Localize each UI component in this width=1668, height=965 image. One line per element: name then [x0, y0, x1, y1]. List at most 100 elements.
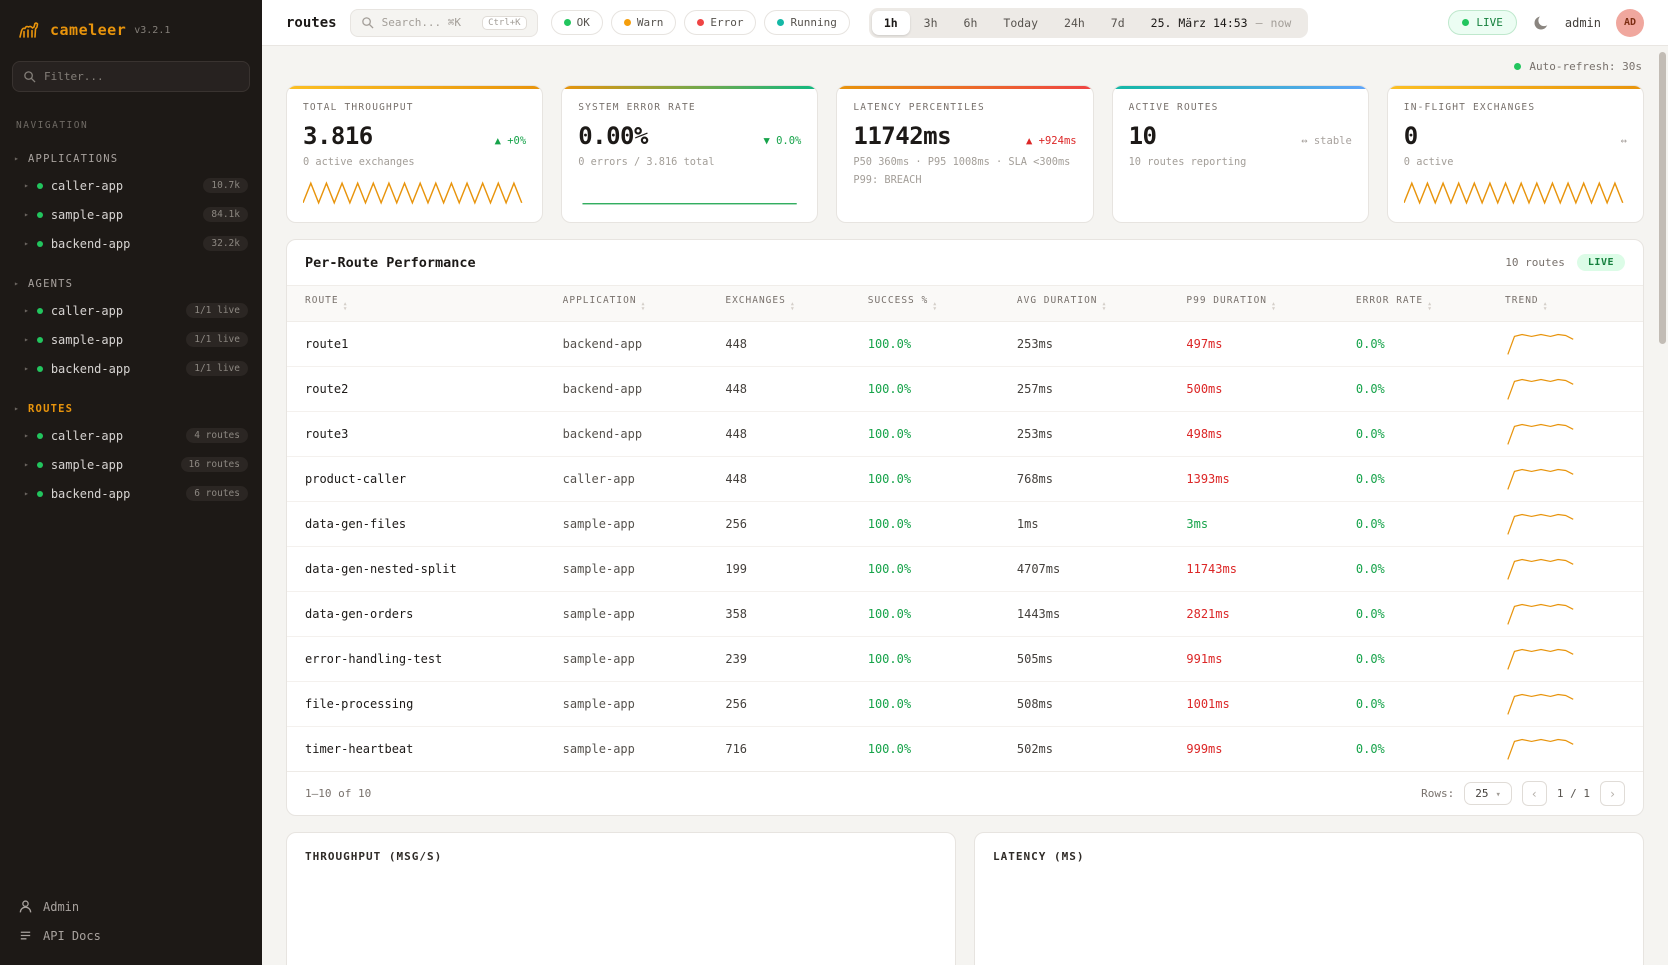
- cell-error-rate: 0.0%: [1338, 412, 1487, 457]
- cell-route: data-gen-files: [287, 502, 545, 547]
- status-filter-pill[interactable]: OK: [551, 10, 603, 35]
- cell-p99-duration: 1001ms: [1168, 682, 1338, 727]
- status-dot: [624, 19, 631, 26]
- cell-route: route1: [287, 322, 545, 367]
- status-dot: [37, 462, 43, 468]
- kpi-latency-percentiles: LATENCY PERCENTILES 11742ms ▲ +924ms P50…: [836, 85, 1093, 223]
- column-header-success[interactable]: SUCCESS %: [850, 286, 999, 322]
- live-dot: [1462, 19, 1469, 26]
- sidebar-section-header-routes[interactable]: ROUTES: [0, 399, 262, 419]
- time-range-button[interactable]: 3h: [912, 11, 950, 35]
- auto-refresh-indicator: Auto-refresh: 30s: [286, 56, 1644, 73]
- cell-exchanges: 239: [707, 637, 849, 682]
- rows-per-page-select[interactable]: 25: [1464, 782, 1512, 805]
- table-row[interactable]: data-gen-nested-split sample-app 199 100…: [287, 547, 1643, 592]
- caret-icon: [24, 211, 29, 219]
- kpi-subtext: 0 active exchanges: [303, 156, 526, 168]
- date-range-display[interactable]: 25. März 14:53 — now: [1137, 16, 1306, 30]
- time-range-button[interactable]: 7d: [1099, 11, 1137, 35]
- time-range-button[interactable]: 6h: [952, 11, 990, 35]
- app-version: v3.2.1: [134, 25, 170, 36]
- count-badge: 1/1 live: [186, 332, 248, 347]
- time-range-button[interactable]: 1h: [872, 11, 910, 35]
- table-row[interactable]: data-gen-files sample-app 256 100.0% 1ms…: [287, 502, 1643, 547]
- prev-page-button[interactable]: ‹: [1522, 781, 1547, 806]
- cell-route: file-processing: [287, 682, 545, 727]
- sidebar-item-route-app[interactable]: sample-app 16 routes: [0, 450, 262, 479]
- cell-success: 100.0%: [850, 322, 999, 367]
- sidebar-section-header-applications[interactable]: APPLICATIONS: [0, 149, 262, 169]
- sidebar-section-header-agents[interactable]: AGENTS: [0, 274, 262, 294]
- sidebar-item-application[interactable]: sample-app 84.1k: [0, 200, 262, 229]
- table-row[interactable]: route3 backend-app 448 100.0% 253ms 498m…: [287, 412, 1643, 457]
- time-range-button[interactable]: Today: [991, 11, 1050, 35]
- time-range-button[interactable]: 24h: [1052, 11, 1097, 35]
- status-filter-label: Running: [790, 16, 836, 29]
- sidebar-item-label: caller-app: [51, 179, 123, 193]
- status-filter-pill[interactable]: Running: [764, 10, 849, 35]
- sidebar-item-label: sample-app: [51, 333, 123, 347]
- status-filter-pill[interactable]: Error: [684, 10, 756, 35]
- column-header-trend[interactable]: TREND: [1487, 286, 1643, 322]
- cell-p99-duration: 1393ms: [1168, 457, 1338, 502]
- table-row[interactable]: route2 backend-app 448 100.0% 257ms 500m…: [287, 367, 1643, 412]
- sidebar-item-route-app[interactable]: caller-app 4 routes: [0, 421, 262, 450]
- column-header-p99-duration[interactable]: P99 DURATION: [1168, 286, 1338, 322]
- cell-p99-duration: 999ms: [1168, 727, 1338, 772]
- username: admin: [1565, 16, 1601, 30]
- count-badge: 84.1k: [203, 207, 248, 222]
- live-status-badge[interactable]: LIVE: [1448, 10, 1517, 35]
- cell-trend: [1487, 457, 1643, 502]
- table-body: route1 backend-app 448 100.0% 253ms 497m…: [287, 322, 1643, 772]
- table-row[interactable]: error-handling-test sample-app 239 100.0…: [287, 637, 1643, 682]
- sidebar-item-label: caller-app: [51, 304, 123, 318]
- sidebar-item-agent[interactable]: caller-app 1/1 live: [0, 296, 262, 325]
- routes-list: caller-app 4 routes sample-app 16 routes…: [0, 419, 262, 508]
- table-row[interactable]: route1 backend-app 448 100.0% 253ms 497m…: [287, 322, 1643, 367]
- kpi-subtext: 0 active: [1404, 156, 1627, 168]
- column-header-route[interactable]: ROUTE: [287, 286, 545, 322]
- date-range-start: 25. März 14:53: [1151, 16, 1248, 30]
- kpi-subtext: 10 routes reporting: [1129, 156, 1352, 168]
- column-header-avg-duration[interactable]: AVG DURATION: [999, 286, 1169, 322]
- caret-icon: [24, 432, 29, 440]
- column-header-exchanges[interactable]: EXCHANGES: [707, 286, 849, 322]
- cell-trend: [1487, 637, 1643, 682]
- sidebar-item-route-app[interactable]: backend-app 6 routes: [0, 479, 262, 508]
- table-row[interactable]: data-gen-orders sample-app 358 100.0% 14…: [287, 592, 1643, 637]
- count-badge: 1/1 live: [186, 303, 248, 318]
- column-header-application[interactable]: APPLICATION: [545, 286, 708, 322]
- search-input[interactable]: Search... ⌘K Ctrl+K: [350, 9, 538, 37]
- status-dot: [37, 183, 43, 189]
- cell-route: timer-heartbeat: [287, 727, 545, 772]
- cell-route: route2: [287, 367, 545, 412]
- sidebar-item-admin[interactable]: Admin: [18, 899, 244, 914]
- sidebar-item-application[interactable]: backend-app 32.2k: [0, 229, 262, 258]
- sidebar-item-application[interactable]: caller-app 10.7k: [0, 171, 262, 200]
- table-row[interactable]: product-caller caller-app 448 100.0% 768…: [287, 457, 1643, 502]
- sidebar-item-api-docs[interactable]: API Docs: [18, 928, 244, 943]
- column-header-error-rate[interactable]: ERROR RATE: [1338, 286, 1487, 322]
- caret-icon: [14, 280, 20, 288]
- sidebar-item-agent[interactable]: backend-app 1/1 live: [0, 354, 262, 383]
- cell-exchanges: 256: [707, 502, 849, 547]
- status-filter-pill[interactable]: Warn: [611, 10, 677, 35]
- cell-exchanges: 448: [707, 457, 849, 502]
- sidebar-item-agent[interactable]: sample-app 1/1 live: [0, 325, 262, 354]
- cell-error-rate: 0.0%: [1338, 502, 1487, 547]
- table-row[interactable]: file-processing sample-app 256 100.0% 50…: [287, 682, 1643, 727]
- page-indicator: 1 / 1: [1557, 787, 1590, 800]
- count-badge: 1/1 live: [186, 361, 248, 376]
- throughput-chart-card: THROUGHPUT (MSG/S): [286, 832, 956, 965]
- cell-p99-duration: 3ms: [1168, 502, 1338, 547]
- dark-mode-toggle[interactable]: [1532, 14, 1550, 32]
- content: Auto-refresh: 30s TOTAL THROUGHPUT 3.816…: [262, 46, 1668, 965]
- vertical-scrollbar[interactable]: [1659, 52, 1666, 344]
- sidebar-filter-input[interactable]: Filter...: [12, 61, 250, 92]
- table-row[interactable]: timer-heartbeat sample-app 716 100.0% 50…: [287, 727, 1643, 772]
- search-placeholder: Search... ⌘K: [382, 16, 461, 29]
- next-page-button[interactable]: ›: [1600, 781, 1625, 806]
- avatar[interactable]: AD: [1616, 9, 1644, 37]
- date-range-separator: —: [1256, 16, 1263, 30]
- trend-sparkline: [1505, 690, 1577, 718]
